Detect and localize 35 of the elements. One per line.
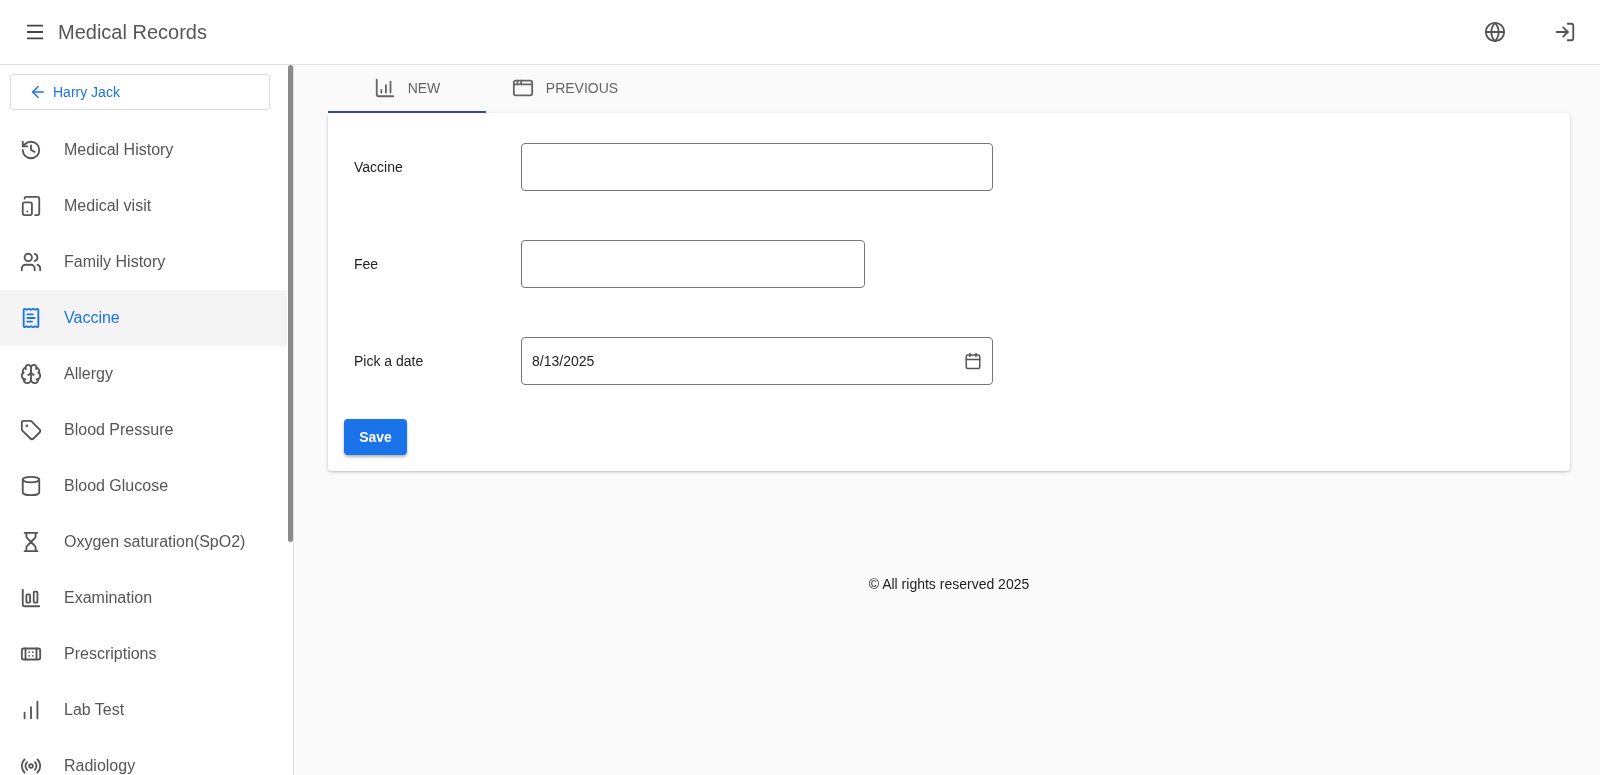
field-label: Vaccine — [353, 159, 404, 175]
receipt-icon — [20, 307, 42, 329]
scrollbar-thumb[interactable] — [288, 65, 293, 542]
sidebar-item[interactable]: Oxygen saturation(SpO2) — [0, 514, 287, 570]
date-field[interactable]: 8/13/2025 — [521, 337, 993, 385]
chart-icon — [20, 587, 42, 609]
input-field[interactable] — [521, 240, 865, 288]
calendar-icon[interactable] — [964, 352, 982, 370]
sidebar-item[interactable]: Vaccine — [0, 290, 287, 346]
logout-button[interactable] — [1554, 21, 1576, 43]
field-label: Fee — [353, 256, 380, 272]
sidebar-item[interactable]: Blood Pressure — [0, 402, 287, 458]
tablet-icon — [20, 195, 42, 217]
sidebar-item[interactable]: Family History — [0, 234, 287, 290]
tag-icon — [20, 419, 42, 441]
sidebar-item[interactable]: Medical visit — [0, 178, 287, 234]
tab[interactable]: PREVIOUS — [486, 65, 644, 113]
family-icon — [20, 251, 42, 273]
language-button[interactable] — [1484, 21, 1506, 43]
sidebar-item[interactable]: Prescriptions — [0, 626, 287, 682]
sidebar-item[interactable]: Allergy — [0, 346, 287, 402]
input-field[interactable] — [521, 143, 993, 191]
history-icon — [20, 139, 42, 161]
save-button[interactable]: Save — [344, 419, 407, 455]
app-title: Medical Records — [58, 20, 208, 44]
copyright-text: © All rights reserved 2025 — [868, 576, 1030, 592]
sidebar-item[interactable]: Medical History — [0, 122, 287, 178]
cylinder-icon — [20, 475, 42, 497]
back-button[interactable]: Harry Jack — [10, 74, 270, 110]
sidebar-item[interactable]: Lab Test — [0, 682, 287, 738]
window-icon — [511, 77, 534, 99]
field-label: Pick a date — [353, 353, 425, 369]
sidebar-item[interactable]: Blood Glucose — [0, 458, 287, 514]
sidebar-item[interactable]: Radiology — [0, 738, 287, 775]
sidebar-item[interactable]: Examination — [0, 570, 287, 626]
